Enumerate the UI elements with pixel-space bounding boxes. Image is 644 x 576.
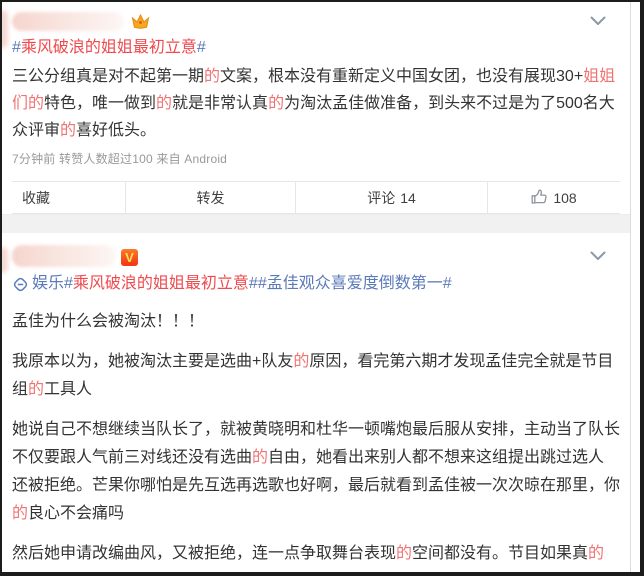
post-1-header [12,10,620,31]
chevron-down-icon[interactable] [590,251,606,261]
post-2-header: V [12,245,620,267]
post-paragraph: 然后她申请改编曲风，又被拒绝，连一点争取舞台表现的空间都没有。节目如果真的追求所… [12,545,605,562]
username-redacted[interactable] [12,12,124,31]
comment-label: 评论 [367,189,396,206]
post-2-body-text: 孟佳为什么会被淘汰！！！ 我原本以为，她被淘汰主要是选曲+队友的原因，看完第六期才… [12,308,621,572]
like-button[interactable]: 108 [487,182,620,213]
post-1: #乘风破浪的姐姐最初立意# 三公分组真是对不起第一期的文案，根本没有重新定义中国… [2,2,630,214]
scrollbar-track[interactable] [630,2,640,572]
post-1-meta: 7分钟前 转赞人数超过100 来自 Android [12,152,228,166]
post-paragraph: 她说自己不想继续当队长了，就被黄晓明和杜华一顿嘴炮最后服从安排，主动当了队长不仅… [12,421,621,522]
redaction-blur-artifact [2,10,8,48]
topic-links-row[interactable]: 娱乐#乘风破浪的姐姐最初立意##孟佳观众喜爱度倒数第一# [12,272,620,296]
redaction-blur-artifact [2,247,8,273]
post-paragraph: 孟佳为什么会被淘汰！！！ [12,313,205,330]
repost-button[interactable]: 转发 [125,182,295,213]
repost-label: 转发 [196,189,225,206]
feed-separator [2,214,630,233]
post-1-body-text: 三公分组真是对不起第一期的文案，根本没有重新定义中国女团，也没有展现30+姐姐们… [12,68,616,139]
topic-badge-icon [13,277,28,291]
favorite-button[interactable]: 收藏 [12,182,125,213]
comment-button[interactable]: 评论 14 [295,182,487,213]
verified-v-badge-icon: V [121,248,138,266]
like-count: 108 [553,189,577,206]
username-redacted[interactable] [12,245,116,267]
comment-count: 14 [400,189,416,206]
post-1-action-bar: 收藏 转发 评论 14 108 [12,181,620,214]
hashtag-topic-link[interactable]: #乘风破浪的姐姐最初立意# [12,36,620,60]
chevron-down-icon[interactable] [590,16,606,26]
post-paragraph: 我原本以为，她被淘汰主要是选曲+队友的原因，看完第六期才发现孟佳完全就是节目组的… [12,353,614,398]
crown-icon [131,13,150,29]
feed-content: #乘风破浪的姐姐最初立意# 三公分组真是对不起第一期的文案，根本没有重新定义中国… [2,2,630,572]
weibo-feed-screen: #乘风破浪的姐姐最初立意# 三公分组真是对不起第一期的文案，根本没有重新定义中国… [0,0,644,576]
thumb-up-icon [531,188,547,204]
topic-links-text: 娱乐#乘风破浪的姐姐最初立意##孟佳观众喜爱度倒数第一# [32,275,452,292]
favorite-label: 收藏 [22,189,50,206]
post-2: V 娱乐#乘风破浪的姐姐最初立意##孟佳观众喜爱度倒数第一# 孟佳为什么会被淘汰… [2,233,630,572]
